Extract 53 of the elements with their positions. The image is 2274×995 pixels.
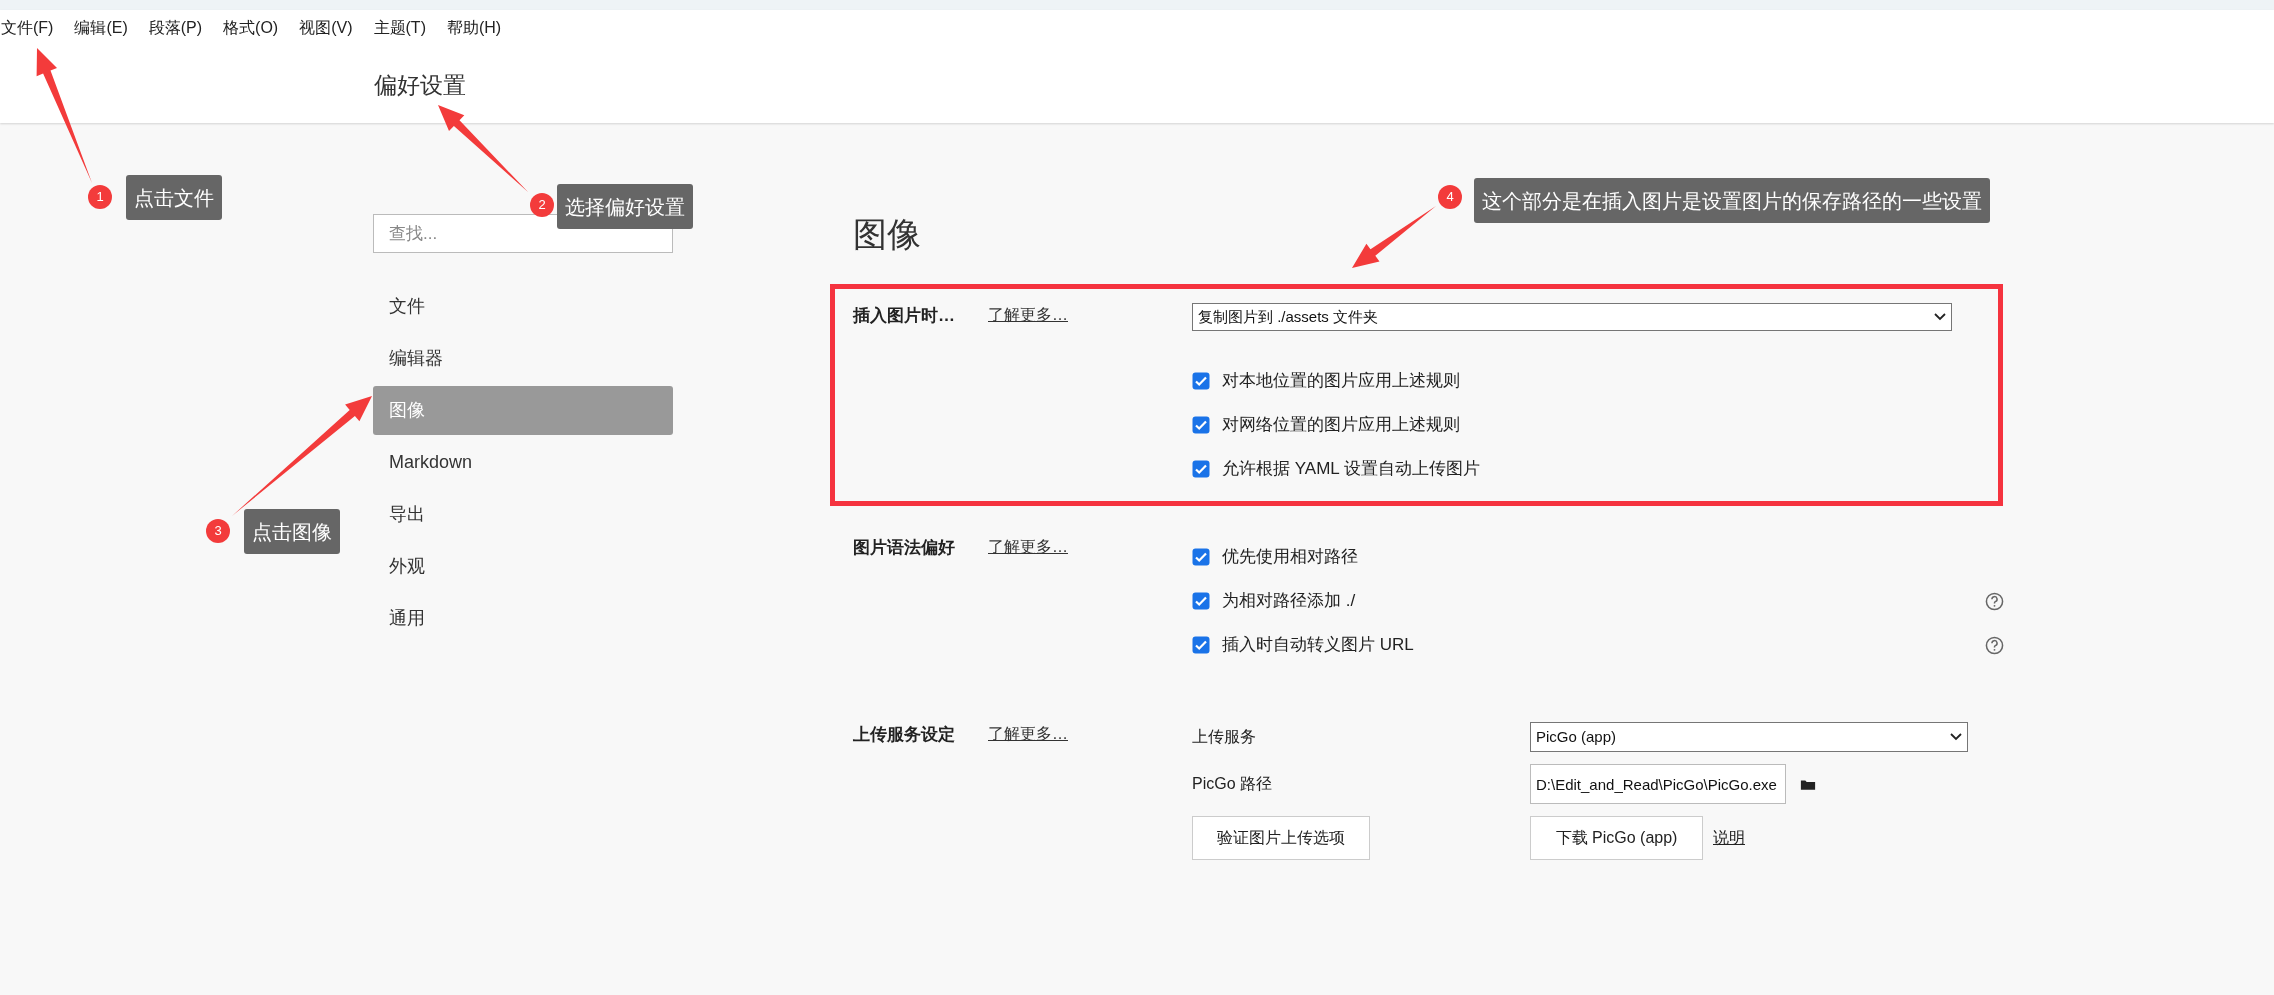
menu-item[interactable]: 视图(V) [298, 16, 354, 40]
sidebar-item[interactable]: 外观 [373, 541, 673, 591]
sidebar-item[interactable]: 编辑器 [373, 333, 673, 383]
option-label: 为相对路径添加 ./ [1222, 590, 1357, 613]
menu-item[interactable]: 主题(T) [372, 16, 427, 40]
sidebar-item[interactable]: Markdown [373, 437, 673, 487]
option-label: 插入时自动转义图片 URL [1222, 634, 1415, 657]
checkbox[interactable] [1192, 636, 1210, 654]
section-label: 图片语法偏好 [853, 538, 955, 557]
help-link[interactable]: 说明 [1713, 826, 1745, 850]
option-label: 允许根据 YAML 设置自动上传图片 [1222, 458, 1481, 481]
sidebar-item[interactable]: 导出 [373, 489, 673, 539]
annotation-tooltip: 选择偏好设置 [557, 184, 693, 229]
sidebar-item[interactable]: 通用 [373, 593, 673, 643]
annotation-tooltip: 点击图像 [244, 509, 340, 554]
caret-icon [1934, 313, 1946, 321]
section-label: 插入图片时… [853, 306, 955, 325]
field-label: 上传服务 [1192, 727, 1257, 747]
checkbox[interactable] [1192, 592, 1210, 610]
section-label: 上传服务设定 [853, 725, 955, 744]
menu-item[interactable]: 文件(F) [0, 16, 55, 40]
checkbox[interactable] [1192, 416, 1210, 434]
step-number: 2 [530, 193, 554, 217]
help-icon[interactable] [1985, 591, 2004, 611]
step-number: 1 [88, 185, 112, 209]
image-insert-dropdown[interactable]: 复制图片到 ./assets 文件夹 [1192, 303, 1952, 331]
field-label: PicGo 路径 [1192, 774, 1273, 794]
menu-item[interactable]: 编辑(E) [73, 16, 129, 40]
option-label: 优先使用相对路径 [1222, 546, 1359, 569]
upload-service-dropdown[interactable]: PicGo (app) [1530, 722, 1968, 752]
checkbox[interactable] [1192, 372, 1210, 390]
menu-item[interactable]: 段落(P) [147, 16, 204, 40]
path-field[interactable]: D:\Edit_and_Read\PicGo\PicGo.exe [1530, 764, 1786, 804]
preferences-title: 偏好设置 [374, 71, 466, 100]
option-label: 对本地位置的图片应用上述规则 [1222, 370, 1461, 393]
verify-button[interactable]: 验证图片上传选项 [1192, 816, 1370, 860]
option-label: 对网络位置的图片应用上述规则 [1222, 414, 1461, 437]
annotation-tooltip: 这个部分是在插入图片是设置图片的保存路径的一些设置 [1474, 178, 1990, 223]
checkbox[interactable] [1192, 460, 1210, 478]
caret-icon [1950, 733, 1962, 741]
menu-item[interactable]: 格式(O) [222, 16, 280, 40]
sidebar-item[interactable]: 文件 [373, 281, 673, 331]
download-button[interactable]: 下载 PicGo (app) [1530, 816, 1703, 860]
learn-more-link[interactable]: 了解更多… [988, 725, 1068, 742]
step-number: 3 [206, 519, 230, 543]
annotation-tooltip: 点击文件 [126, 175, 222, 220]
checkbox[interactable] [1192, 548, 1210, 566]
page-heading: 图像 [853, 214, 921, 254]
help-icon[interactable] [1985, 635, 2004, 655]
learn-more-link[interactable]: 了解更多… [988, 538, 1068, 555]
menu-item[interactable]: 帮助(H) [445, 16, 503, 40]
learn-more-link[interactable]: 了解更多… [988, 306, 1068, 323]
step-number: 4 [1438, 185, 1462, 209]
